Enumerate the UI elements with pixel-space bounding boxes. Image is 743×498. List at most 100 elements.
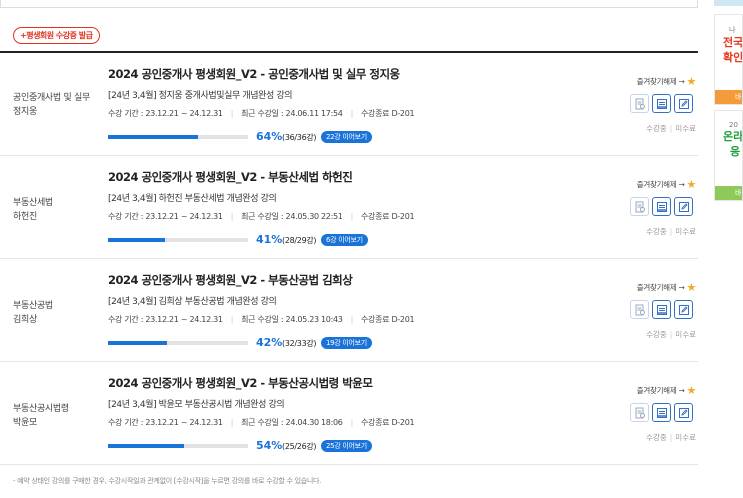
meta-separator: |: [350, 315, 354, 324]
course-title[interactable]: 2024 공인중개사 평생회원_V2 - 공인중개사법 및 실무 정지웅: [108, 66, 400, 82]
course-status: 수강중 | 미수료: [646, 123, 696, 134]
lecture-count: (36/36강): [282, 133, 317, 142]
course-period: 수강 기간 : 23.12.21 ~ 24.12.31: [108, 418, 223, 427]
status-incomplete: 미수료: [675, 330, 696, 339]
previous-section-box: [0, 0, 698, 8]
status-active: 수강중: [646, 433, 667, 442]
favorite-toggle[interactable]: 즐겨찾기해제 → ★: [636, 384, 697, 397]
meta-separator: |: [230, 212, 234, 221]
side-banner-1-footer: 바: [715, 90, 742, 104]
side-banner-2-title: 온라: [723, 130, 743, 143]
course-action-icons: [630, 300, 693, 319]
notes-icon[interactable]: [652, 197, 671, 216]
status-separator: |: [669, 433, 673, 442]
favorite-toggle[interactable]: 즐겨찾기해제 → ★: [636, 281, 697, 294]
status-separator: |: [669, 124, 673, 133]
course-meta: 수강 기간 : 23.12.21 ~ 24.12.31 | 최근 수강일 : 24.…: [108, 417, 415, 428]
favorite-label: 즐겨찾기해제 →: [636, 386, 685, 395]
progress-bar-fill: [108, 238, 166, 242]
course-subject: 공인중개사법 및 실무 정지웅: [13, 91, 90, 119]
course-status: 수강중 | 미수료: [646, 226, 696, 237]
course-instructor: 김희상: [13, 315, 37, 325]
edit-icon[interactable]: [674, 300, 693, 319]
course-meta: 수강 기간 : 23.12.21 ~ 24.12.31 | 최근 수강일 : 24.…: [108, 108, 415, 119]
favorite-toggle[interactable]: 즐겨찾기해제 → ★: [637, 178, 697, 191]
resume-button[interactable]: 22강 이어보기: [321, 131, 372, 143]
side-banner-1-caption: 나: [729, 26, 736, 34]
side-banner-1-title: 전국: [723, 36, 743, 49]
side-banner-top: [714, 0, 743, 6]
status-incomplete: 미수료: [675, 433, 696, 442]
course-subject-name: 부동산세법: [13, 198, 53, 208]
side-banner-1-title-2: 확인: [723, 51, 743, 64]
meta-separator: |: [230, 109, 234, 118]
course-title[interactable]: 2024 공인중개사 평생회원_V2 - 부동산공시법령 박윤모: [108, 375, 373, 391]
status-incomplete: 미수료: [675, 227, 696, 236]
notes-icon[interactable]: [652, 403, 671, 422]
progress-bar: [108, 238, 248, 242]
document-icon[interactable]: [630, 197, 649, 216]
star-icon: ★: [686, 75, 696, 88]
meta-separator: |: [350, 418, 354, 427]
course-subject-name: 공인중개사법 및 실무: [13, 93, 90, 103]
favorite-label: 즐겨찾기해제 →: [636, 283, 685, 292]
progress-bar-fill: [108, 444, 184, 448]
document-icon[interactable]: [630, 403, 649, 422]
side-banner-2-footer: 바: [715, 186, 742, 200]
resume-button[interactable]: 19강 이어보기: [321, 337, 372, 349]
edit-icon[interactable]: [674, 197, 693, 216]
meta-separator: |: [230, 418, 234, 427]
course-subject-name: 부동산공법: [13, 301, 53, 311]
notice-text: - 예약 상태인 강의를 구매한 경우, 수강시작일과 관계없이 [수강시작]을…: [13, 477, 322, 485]
course-subtitle: [24년 3,4월] 박윤모 부동산공시법 개념완성 강의: [108, 400, 285, 410]
course-recent: 최근 수강일 : 24.05.30 22:51: [241, 212, 343, 221]
document-icon[interactable]: [630, 94, 649, 113]
star-icon: ★: [686, 178, 696, 191]
course-subtitle: [24년 3,4월] 하헌진 부동산세법 개념완성 강의: [108, 194, 277, 204]
course-period: 수강 기간 : 23.12.21 ~ 24.12.31: [108, 212, 223, 221]
status-active: 수강중: [646, 227, 667, 236]
course-list: 공인중개사법 및 실무 정지웅 2024 공인중개사 평생회원_V2 - 공인중…: [0, 51, 698, 465]
course-period: 수강 기간 : 23.12.21 ~ 24.12.31: [108, 315, 223, 324]
side-banner-2[interactable]: 20 온라 응 바: [714, 110, 743, 201]
course-instructor: 정지웅: [13, 107, 37, 117]
course-subject: 부동산공법 김희상: [13, 299, 53, 327]
edit-icon[interactable]: [674, 403, 693, 422]
progress-percent: 41%: [256, 233, 283, 246]
course-row: 공인중개사법 및 실무 정지웅 2024 공인중개사 평생회원_V2 - 공인중…: [0, 53, 698, 156]
course-recent: 최근 수강일 : 24.06.11 17:54: [241, 109, 343, 118]
notes-icon[interactable]: [652, 94, 671, 113]
star-icon: ★: [686, 281, 696, 294]
course-end: 수강종료 D-201: [360, 418, 415, 427]
notes-icon[interactable]: [652, 300, 671, 319]
lecture-count: (32/33강): [282, 339, 317, 348]
resume-button[interactable]: 25강 이어보기: [321, 440, 372, 452]
progress-bar-fill: [108, 135, 198, 139]
progress-percent: 64%: [256, 130, 283, 143]
issue-certificate-button[interactable]: +평생회원 수강증 발급: [13, 27, 100, 44]
edit-icon[interactable]: [674, 94, 693, 113]
status-active: 수강중: [646, 330, 667, 339]
resume-button[interactable]: 6강 이어보기: [321, 234, 368, 246]
course-meta: 수강 기간 : 23.12.21 ~ 24.12.31 | 최근 수강일 : 24.…: [108, 314, 415, 325]
lecture-count: (28/29강): [282, 236, 317, 245]
course-subtitle: [24년 3,4월] 정지웅 중개사법및실무 개념완성 강의: [108, 91, 293, 101]
status-incomplete: 미수료: [675, 124, 696, 133]
side-banner-1[interactable]: 나 전국 확인 바: [714, 14, 743, 105]
document-icon[interactable]: [630, 300, 649, 319]
course-title[interactable]: 2024 공인중개사 평생회원_V2 - 부동산세법 하헌진: [108, 169, 353, 185]
course-end: 수강종료 D-201: [360, 315, 415, 324]
course-recent: 최근 수강일 : 24.05.23 10:43: [241, 315, 343, 324]
status-separator: |: [669, 227, 673, 236]
favorite-toggle[interactable]: 즐겨찾기해제 → ★: [636, 75, 697, 88]
favorite-label: 즐겨찾기해제 →: [636, 77, 685, 86]
course-end: 수강종료 D-201: [360, 212, 415, 221]
course-action-icons: [630, 403, 693, 422]
course-title[interactable]: 2024 공인중개사 평생회원_V2 - 부동산공법 김희상: [108, 272, 353, 288]
course-subject: 부동산공시법령 박윤모: [13, 402, 69, 430]
course-instructor: 하헌진: [13, 212, 37, 222]
meta-separator: |: [230, 315, 234, 324]
meta-separator: |: [350, 109, 354, 118]
lecture-count: (25/26강): [282, 442, 317, 451]
status-active: 수강중: [646, 124, 667, 133]
